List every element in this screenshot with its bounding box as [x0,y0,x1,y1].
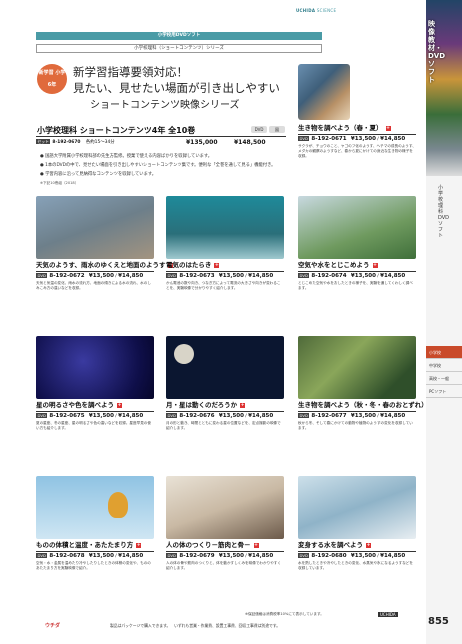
product-id-price: DVD 8-192-0672 ¥13,500 / ¥14,850 [36,271,154,279]
product-title: 空気や水をとじこめよう + [298,261,378,269]
hero-tagline: ショートコンテンツ映像シリーズ [90,100,240,111]
product-id-price: DVD 8-192-0680 ¥13,500 / ¥14,850 [298,551,416,559]
product-desc: 秋から冬、そして春にかけての動物や植物のようすの変化を収録しています。 [298,421,413,431]
plus-icon[interactable]: + [385,125,391,131]
product-photo [298,476,416,539]
product-photo [298,196,416,259]
sidebar-category-tag: 映像教材・DVDソフト [428,20,446,84]
bullet-item: ● 国語大学附属小学校理科部の先生方監修。授業で使える内容ばかりを収録しています… [40,154,213,159]
hero-headline: 新学習指導要領対応！ [73,65,188,79]
footer-text: 製品はパッケージで購入できます。 いずれも営業・作業費、設置工事費、回収工事費は… [110,623,281,628]
product-card[interactable]: 月・星は動くのだろうか + DVD 8-192-0676 ¥13,500 / ¥14… [166,336,284,431]
footer-tax-note: ※保証価格は消費税率10%にて表示しています。 [245,612,324,616]
footer-logo: ウチダ [45,623,61,629]
product-card[interactable]: 電気のはたらき + DVD 8-192-0673 ¥13,500 / ¥14,850… [166,196,284,291]
doc-icon: 図 [269,126,285,133]
hero-photo [298,64,350,120]
series-format-icons: DVD 図 [251,126,285,133]
plus-icon[interactable]: + [214,262,220,268]
section-band: 小学校用DVDソフト [36,32,322,40]
product-id-price: DVD 8-192-0671 ¥13,500 / ¥14,850 [298,134,416,142]
series-title: 小学校理科 ショートコンテンツ4年 全10巻 [37,126,196,135]
hero-subheadline: 見たい、見せたい場面が引き出しやすい [73,81,280,95]
product-photo [36,476,154,539]
product-title: 月・星は動くのだろうか + [166,401,246,409]
sidebar-nav-junior-high[interactable]: 中学校 [426,359,462,372]
product-id-price: DVD 8-192-0679 ¥13,500 / ¥14,850 [166,551,284,559]
product-title: 電気のはたらき + [166,261,220,269]
footer-brand-box: UCHIDA [378,612,398,617]
product-card[interactable]: 変身する水を調べよう + DVD 8-192-0680 ¥13,500 / ¥14,… [298,476,416,571]
product-id-price: DVD 8-192-0675 ¥13,500 / ¥14,850 [36,411,154,419]
series-band: 小学校理科（ショートコンテンツ）シリーズ [36,44,322,53]
brand-header: UCHIDA SCIENCE [296,8,337,13]
product-id-price: DVD 8-192-0673 ¥13,500 / ¥14,850 [166,271,284,279]
sidebar-nav-high-school[interactable]: 高校・一般 [426,372,462,385]
sidebar-nav-pc-software[interactable]: PCソフト [426,385,462,398]
page-number: 855 [428,616,449,627]
product-id-price: DVD 8-192-0674 ¥13,500 / ¥14,850 [298,271,416,279]
product-desc: 天気と気温の変化、雨水の流れ方、地面の傾きによる水の流れ、水のしみこみ方の違いな… [36,281,151,291]
sidebar-vertical-label: 小学校理科DVDソフト [438,185,450,239]
product-photo [36,336,154,399]
plus-icon[interactable]: + [117,402,122,408]
product-title: ものの体積と温度・あたたまり方 + [36,541,142,549]
product-card[interactable]: 天気のようす、雨水のゆくえと地面のようす + DVD 8-192-0672 ¥13,… [36,196,174,291]
product-title: 人の体のつくり－筋肉と骨－ + [166,541,259,549]
plus-icon[interactable]: + [240,402,246,408]
product-photo [36,196,154,259]
product-card[interactable]: ものの体積と温度・あたたまり方 + DVD 8-192-0678 ¥13,500 /… [36,476,154,571]
product-desc: 水を熱したときや冷やしたときの変化、水蒸気や氷になるようすなどを収録しています。 [298,561,413,571]
dvd-icon: DVD [251,126,267,133]
product-desc: サクラが、チョウのこと、ヤゴのフ化のようす、ヘチマの成長のようす、メダカの観察の… [298,144,416,159]
product-desc: 人の体の骨や筋肉のつくりと、体を動かすしくみを映像でわかりやすく紹介します。 [166,561,281,571]
product-desc: 夏の星座、冬の星座、星の明るさや色の違いなどを収録。星座早見の使い方も紹介します… [36,421,151,431]
product-id-price: DVD 8-192-0677 ¥13,500 / ¥14,850 [298,411,416,419]
series-note: ※下記10巻組（2018） [40,181,79,185]
product-title: 星の明るさや色を調べよう + [36,401,122,409]
product-desc: 月の形と動き、時間とともに変わる星の位置などを、定点撮影の映像で紹介します。 [166,421,281,431]
sidebar-nav-elementary[interactable]: 小学校 [426,346,462,359]
product-title: 天気のようす、雨水のゆくえと地面のようす + [36,261,174,269]
product-desc: かん電池の数や向き、つなぎ方によって電流の大きさや向きが変わることを、実験映像で… [166,281,281,291]
product-card[interactable]: 星の明るさや色を調べよう + DVD 8-192-0675 ¥13,500 / ¥1… [36,336,154,431]
bullet-item: ● 1本のDVDの中で、見せたい場面を引き出しやすいショートコンテンツ集です。便… [40,163,276,168]
product-title: 生き物を調べよう（春・夏） + [298,124,391,132]
series-bullets: ● 国語大学附属小学校理科部の先生方監修。授業で使える内容ばかりを収録しています… [40,152,290,188]
product-title: 生き物を調べよう（秋・冬・春のおとずれ）+ [298,401,436,409]
product-photo [166,476,284,539]
bullet-item: ● 学習内容に沿って見納得なコンテンツを収録しています。 [40,172,157,177]
plus-icon[interactable]: + [136,542,142,548]
plus-icon[interactable]: + [372,262,378,268]
product-card[interactable]: 生き物を調べよう（秋・冬・春のおとずれ）+ DVD8-192-0677 ¥13,… [298,336,436,431]
product-id-price: DVD 8-192-0678 ¥13,500 / ¥14,850 [36,551,154,559]
plus-icon[interactable]: + [366,542,371,548]
new-badge: 新学習 小学6年 [37,64,67,94]
product-desc: 空気・水・金属を温めたり冷やしたりしたときの体積の変化や、もののあたたまり方を実… [36,561,151,571]
series-product-line: セット 8-192-0670 各約15〜34分 ¥135,000 ¥148,500 [36,139,266,146]
divider [36,136,286,137]
product-card[interactable]: 空気や水をとじこめよう + DVD 8-192-0674 ¥13,500 / ¥14… [298,196,416,291]
plus-icon[interactable]: + [253,542,259,548]
product-card[interactable]: 生き物を調べよう（春・夏） + DVD 8-192-0671 ¥13,500 / ¥… [298,124,416,160]
product-card[interactable]: 人の体のつくり－筋肉と骨－ + DVD 8-192-0679 ¥13,500 / ¥… [166,476,284,571]
product-desc: とじこめた空気や水をおしたときの様子を、実験を通してくわしく調べます。 [298,281,413,291]
product-photo [166,196,284,259]
product-photo [298,336,416,399]
product-photo [166,336,284,399]
product-id-price: DVD 8-192-0676 ¥13,500 / ¥14,850 [166,411,284,419]
product-title: 変身する水を調べよう + [298,541,371,549]
